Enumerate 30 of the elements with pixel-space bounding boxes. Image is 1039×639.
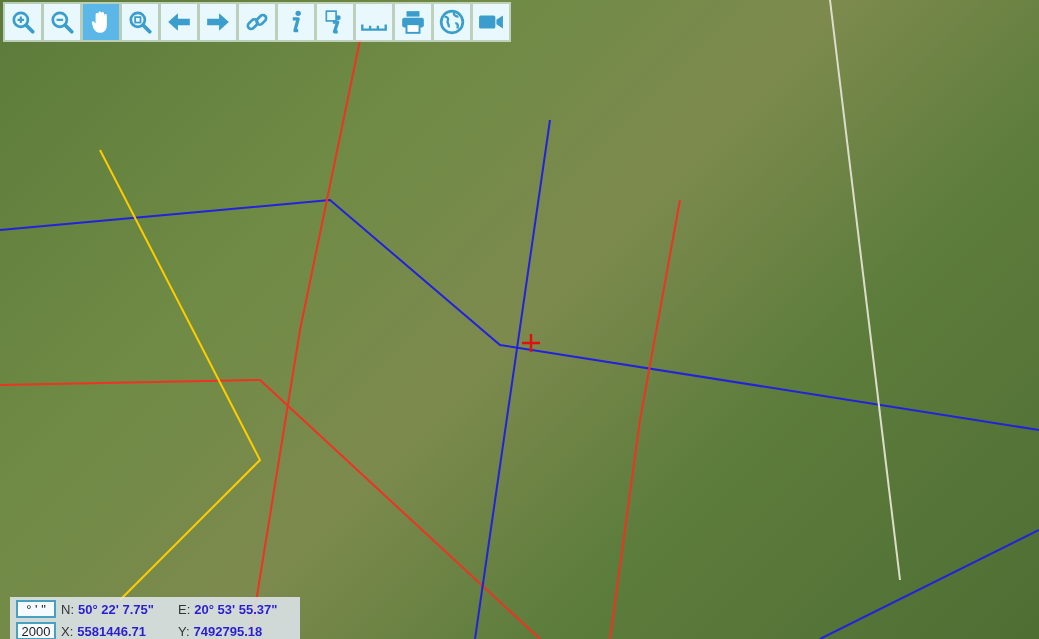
coordinate-label: N: [61,601,74,617]
format-button[interactable]: ° ' " [16,600,56,618]
tool-button[interactable] [473,4,509,40]
coordinate-label: X: [61,623,74,639]
coordinate-value: 50° 22' 7.75" [78,601,154,617]
tool-button[interactable] [239,4,275,40]
coordinate-label: Y: [178,623,190,639]
coordinate-value: 20° 53' 55.37" [194,601,278,617]
tool-button[interactable] [161,4,197,40]
crosshair-marker-icon [521,333,541,353]
globe-icon [439,9,465,35]
tool-button[interactable] [5,4,41,40]
tool-button[interactable] [278,4,314,40]
zoom-out-icon [49,9,75,35]
tool-button[interactable] [395,4,431,40]
tool-button[interactable] [122,4,158,40]
tool-button[interactable] [83,4,119,40]
coordinate-value: 7492795.18 [193,623,263,639]
printer-icon [400,9,426,35]
tool-button[interactable] [434,4,470,40]
tool-button[interactable] [317,4,353,40]
tool-button[interactable] [44,4,80,40]
zoom-in-icon [10,9,36,35]
coordinate-value: 5581446.71 [77,623,146,639]
tool-button[interactable] [356,4,392,40]
ruler-icon [361,23,387,31]
tool-button[interactable] [200,4,236,40]
coordinate-label: E: [178,601,191,617]
scale-button[interactable]: 2000 [16,622,56,639]
zoom-box-icon [127,9,153,35]
